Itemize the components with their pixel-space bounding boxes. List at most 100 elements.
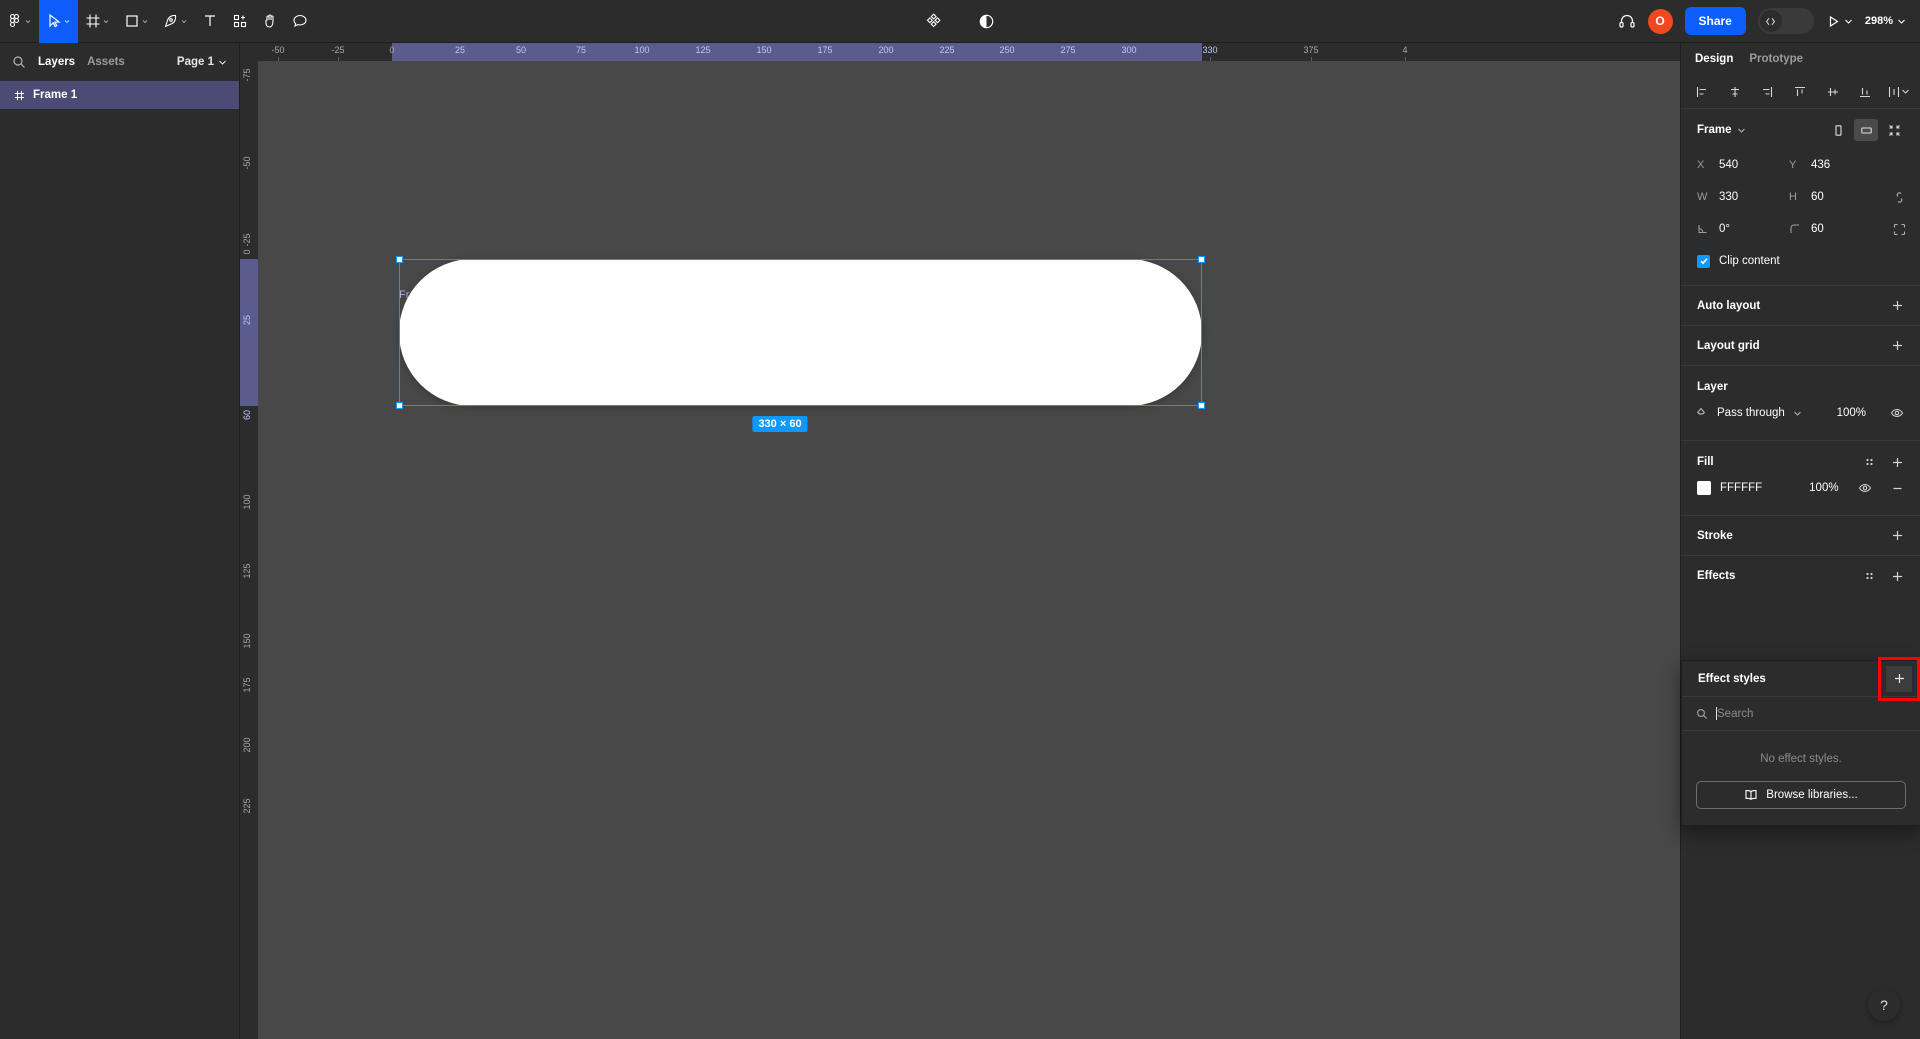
cursor-icon[interactable]: [39, 0, 64, 43]
ruler-mark: [703, 57, 704, 61]
ruler-tick: 175: [242, 677, 252, 693]
chevron-down-icon[interactable]: [64, 17, 78, 26]
page-selector[interactable]: Page 1: [177, 56, 227, 68]
align-left-icon[interactable]: [1691, 81, 1713, 103]
tab-assets[interactable]: Assets: [87, 56, 125, 68]
resize-handle-bottom-left[interactable]: [396, 402, 403, 409]
align-top-icon[interactable]: [1789, 81, 1811, 103]
remove-fill-button[interactable]: [1888, 479, 1906, 497]
align-horizontal-center-icon[interactable]: [1724, 81, 1746, 103]
sidebar-item-frame-1[interactable]: Frame 1: [0, 81, 239, 109]
help-button[interactable]: ?: [1868, 989, 1900, 1021]
h-value[interactable]: 60: [1811, 191, 1824, 203]
move-tool[interactable]: [39, 0, 78, 43]
chevron-down-icon[interactable]: [1793, 409, 1802, 418]
browse-libraries-button[interactable]: Browse libraries...: [1696, 781, 1906, 809]
figma-logo-icon[interactable]: [0, 0, 25, 43]
portrait-icon[interactable]: [1826, 119, 1850, 141]
fill-hex-value[interactable]: FFFFFF: [1720, 482, 1762, 494]
ruler-tick: -25: [331, 45, 345, 55]
styles-icon[interactable]: [1860, 453, 1878, 471]
ruler-tick: 25: [242, 314, 252, 326]
resize-handle-bottom-right[interactable]: [1198, 402, 1205, 409]
search-icon[interactable]: [12, 55, 26, 69]
pen-icon[interactable]: [156, 0, 181, 43]
pen-tool[interactable]: [156, 0, 195, 43]
collapse-icon[interactable]: [1882, 119, 1906, 141]
resize-handle-top-right[interactable]: [1198, 256, 1205, 263]
hand-tool[interactable]: [255, 0, 285, 43]
height-field[interactable]: H 60: [1789, 191, 1881, 203]
width-field[interactable]: W 330: [1697, 191, 1789, 203]
horizontal-ruler[interactable]: -50 -25 0 25 50 75 100 125 150 175 200 225 250 275 300…: [240, 43, 1680, 61]
frame-1-shape[interactable]: [399, 259, 1202, 406]
clip-content-checkbox[interactable]: [1697, 254, 1710, 268]
search-input[interactable]: Search: [1716, 707, 1908, 720]
frame-icon[interactable]: [78, 0, 103, 43]
ruler-selection-highlight: [240, 259, 258, 406]
share-button[interactable]: Share: [1684, 7, 1746, 35]
styles-icon[interactable]: [1860, 567, 1878, 585]
chevron-down-icon[interactable]: [25, 17, 39, 26]
y-field[interactable]: Y 436: [1789, 159, 1881, 171]
distribute-icon[interactable]: [1887, 85, 1910, 99]
avatar[interactable]: O: [1647, 8, 1673, 34]
add-effect-button[interactable]: [1888, 567, 1906, 585]
shape-tool[interactable]: [117, 0, 156, 43]
lock-aspect-ratio-icon[interactable]: [1893, 191, 1906, 204]
comment-tool[interactable]: [285, 0, 315, 43]
corner-radius-value[interactable]: 60: [1811, 223, 1824, 235]
frame-tool[interactable]: [78, 0, 117, 43]
add-layout-grid-button[interactable]: [1888, 337, 1906, 355]
contrast-circle-icon[interactable]: [971, 0, 1002, 43]
landscape-icon[interactable]: [1854, 119, 1878, 141]
x-field[interactable]: X 540: [1697, 159, 1789, 171]
main-menu-button[interactable]: [0, 0, 39, 43]
zoom-control[interactable]: 298%: [1865, 15, 1910, 27]
add-stroke-button[interactable]: [1888, 527, 1906, 545]
text-tool[interactable]: [195, 0, 225, 43]
ruler-mark: [947, 57, 948, 61]
eye-icon[interactable]: [1856, 479, 1874, 497]
effect-styles-title: Effect styles: [1698, 672, 1766, 685]
tab-layers[interactable]: Layers: [38, 56, 75, 68]
chevron-down-icon[interactable]: [103, 17, 117, 26]
chevron-down-icon[interactable]: [181, 17, 195, 26]
add-auto-layout-button[interactable]: [1888, 297, 1906, 315]
dev-mode-toggle[interactable]: [1757, 8, 1814, 34]
canvas[interactable]: -75 -50 -25 0 25 60 100 125 150 175 200 225 -50 -25 0…: [240, 43, 1680, 1039]
rotation-field[interactable]: 0°: [1697, 223, 1789, 235]
components-tool[interactable]: [225, 0, 255, 43]
w-value[interactable]: 330: [1719, 191, 1738, 203]
rotation-value[interactable]: 0°: [1719, 223, 1730, 235]
square-icon[interactable]: [117, 0, 142, 43]
tab-prototype[interactable]: Prototype: [1749, 53, 1803, 65]
create-effect-style-button[interactable]: [1886, 665, 1912, 692]
align-bottom-icon[interactable]: [1854, 81, 1876, 103]
x-value[interactable]: 540: [1719, 159, 1738, 171]
fill-color-swatch[interactable]: [1697, 481, 1711, 495]
plugins-diamond-icon[interactable]: [918, 0, 949, 43]
independent-corners-icon[interactable]: [1893, 223, 1906, 236]
effect-styles-search[interactable]: Search: [1682, 697, 1920, 731]
vertical-ruler[interactable]: -75 -50 -25 0 25 60 100 125 150 175 200 225: [240, 43, 258, 1039]
corner-radius-field[interactable]: 60: [1789, 223, 1881, 235]
blend-mode-value[interactable]: Pass through: [1717, 407, 1785, 419]
eye-icon[interactable]: [1888, 404, 1906, 422]
chevron-down-icon[interactable]: [1737, 126, 1746, 135]
chevron-down-icon: [1844, 19, 1852, 24]
left-panel: Layers Assets Page 1 Frame 1: [0, 43, 240, 1039]
present-button[interactable]: [1826, 14, 1853, 29]
fill-opacity-value[interactable]: 100%: [1809, 482, 1838, 494]
add-fill-button[interactable]: [1888, 453, 1906, 471]
tab-design[interactable]: Design: [1695, 53, 1733, 65]
align-vertical-center-icon[interactable]: [1822, 81, 1844, 103]
layer-opacity-value[interactable]: 100%: [1837, 407, 1866, 419]
chevron-down-icon[interactable]: [142, 17, 156, 26]
clip-content-row[interactable]: Clip content: [1681, 245, 1920, 273]
y-value[interactable]: 436: [1811, 159, 1830, 171]
resize-handle-top-left[interactable]: [396, 256, 403, 263]
ruler-selection-highlight: [392, 43, 1202, 61]
align-right-icon[interactable]: [1756, 81, 1778, 103]
headphones-icon[interactable]: [1618, 12, 1636, 30]
